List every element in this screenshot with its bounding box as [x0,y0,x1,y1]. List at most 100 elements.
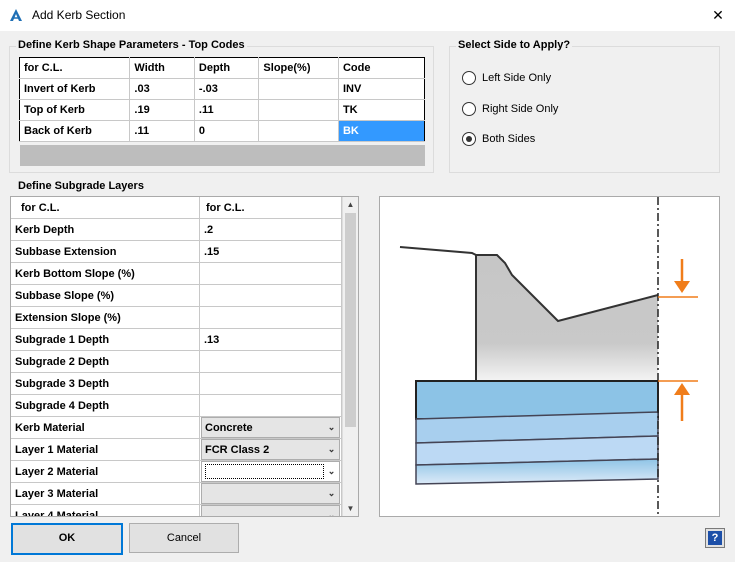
column-header: Slope(%) [258,57,339,79]
value-cell[interactable] [199,372,342,395]
row-label: Kerb Depth [11,218,200,241]
chevron-down-icon[interactable]: ⌄ [324,488,339,499]
slope-cell[interactable] [258,78,339,100]
radio-label: Both Sides [482,133,536,145]
help-icon: ? [708,531,722,545]
scroll-down-icon[interactable]: ▼ [343,501,358,516]
table-row[interactable]: Invert of Kerb .03 -.03 INV [19,78,425,100]
layer2-material-select[interactable]: ⌄ [201,461,340,482]
help-button[interactable]: ? [705,528,725,548]
kerb-material-select[interactable]: Concrete ⌄ [201,417,340,438]
radio-right-side[interactable]: Right Side Only [462,101,558,117]
table-empty-area [20,145,425,166]
code-cell[interactable]: TK [338,99,425,121]
row-label: Subgrade 1 Depth [11,328,200,351]
row-label: Layer 1 Material [11,438,200,461]
radio-button[interactable] [462,71,476,85]
value-cell[interactable] [199,262,342,285]
table-row[interactable]: Kerb Depth .2 [11,218,342,241]
radio-button-checked[interactable] [462,132,476,146]
layer4-material-select[interactable]: ⌄ [201,505,340,516]
table-row[interactable]: Subgrade 2 Depth [11,350,342,373]
radio-left-side[interactable]: Left Side Only [462,70,551,86]
close-icon[interactable]: ✕ [701,0,735,31]
radio-label: Left Side Only [482,72,552,84]
material-cell[interactable]: ⌄ [199,482,342,505]
vertical-scrollbar[interactable]: ▲ ▼ [342,197,358,516]
column-header: Code [338,57,425,79]
subgrade-grid: for C.L. for C.L. Kerb Depth .2 Subbase E… [10,196,359,517]
chevron-down-icon[interactable]: ⌄ [324,444,339,455]
table-row[interactable]: Subbase Slope (%) [11,284,342,307]
layer1-material-select[interactable]: FCR Class 2 ⌄ [201,439,340,460]
window-title: Add Kerb Section [32,8,126,22]
code-cell[interactable]: INV [338,78,425,100]
material-cell[interactable]: FCR Class 2 ⌄ [199,438,342,461]
value-cell[interactable] [199,284,342,307]
table-row[interactable]: Layer 1 Material FCR Class 2 ⌄ [11,438,342,461]
chevron-down-icon[interactable]: ⌄ [324,466,339,477]
radio-both-sides[interactable]: Both Sides [462,131,535,147]
width-cell[interactable]: .11 [129,120,195,142]
row-label: Subbase Slope (%) [11,284,200,307]
depth-cell[interactable]: .11 [194,99,260,121]
row-label: Extension Slope (%) [11,306,200,329]
value-cell[interactable]: .15 [199,240,342,263]
kerb-diagram-svg [399,197,698,516]
radio-button[interactable] [462,102,476,116]
top-codes-table: for C.L. Width Depth Slope(%) Code Inver… [19,57,425,142]
cancel-button[interactable]: Cancel [129,523,239,553]
select-value [205,464,324,479]
table-row[interactable]: Back of Kerb .11 0 BK [19,120,425,142]
chevron-down-icon[interactable]: ⌄ [324,422,339,433]
column-header: for C.L. [19,57,131,79]
width-cell[interactable]: .19 [129,99,195,121]
row-label: Subgrade 4 Depth [11,394,200,417]
column-header: for C.L. [199,197,342,219]
table-row[interactable]: Kerb Bottom Slope (%) [11,262,342,285]
table-row[interactable]: Layer 2 Material ⌄ [11,460,342,483]
code-cell-selected[interactable]: BK [338,120,425,142]
table-row[interactable]: Subgrade 1 Depth .13 [11,328,342,351]
row-label: Layer 3 Material [11,482,200,505]
depth-cell[interactable]: -.03 [194,78,260,100]
scroll-up-icon[interactable]: ▲ [343,197,358,212]
table-header-row: for C.L. Width Depth Slope(%) Code [19,57,425,79]
table-row[interactable]: Subgrade 3 Depth [11,372,342,395]
table-row[interactable]: Top of Kerb .19 .11 TK [19,99,425,121]
material-cell[interactable]: Concrete ⌄ [199,416,342,439]
column-header: Depth [194,57,260,79]
row-label: Subgrade 3 Depth [11,372,200,395]
row-label: Back of Kerb [19,120,131,142]
value-cell[interactable]: .13 [199,328,342,351]
material-cell[interactable]: ⌄ [199,460,342,483]
ok-button[interactable]: OK [11,523,123,555]
row-label: Layer 4 Material [11,504,200,516]
table-row[interactable]: Subgrade 4 Depth [11,394,342,417]
row-label: Kerb Material [11,416,200,439]
value-cell[interactable]: .2 [199,218,342,241]
table-row[interactable]: Layer 3 Material ⌄ [11,482,342,505]
depth-cell[interactable]: 0 [194,120,260,142]
row-label: Top of Kerb [19,99,131,121]
table-row[interactable]: Subbase Extension .15 [11,240,342,263]
table-header-row: for C.L. for C.L. [11,197,342,219]
value-cell[interactable] [199,394,342,417]
autocad-a-icon [10,9,22,21]
width-cell[interactable]: .03 [129,78,195,100]
material-cell[interactable]: ⌄ [199,504,342,516]
scrollbar-thumb[interactable] [345,213,356,427]
column-header: Width [129,57,195,79]
table-row[interactable]: Extension Slope (%) [11,306,342,329]
select-value: Concrete [205,421,253,434]
row-label: Layer 2 Material [11,460,200,483]
layer3-material-select[interactable]: ⌄ [201,483,340,504]
slope-cell[interactable] [258,99,339,121]
table-row[interactable]: Layer 4 Material ⌄ [11,504,342,516]
value-cell[interactable] [199,306,342,329]
column-header: for C.L. [11,197,200,219]
table-row[interactable]: Kerb Material Concrete ⌄ [11,416,342,439]
value-cell[interactable] [199,350,342,373]
chevron-down-icon[interactable]: ⌄ [324,510,339,516]
slope-cell[interactable] [258,120,339,142]
